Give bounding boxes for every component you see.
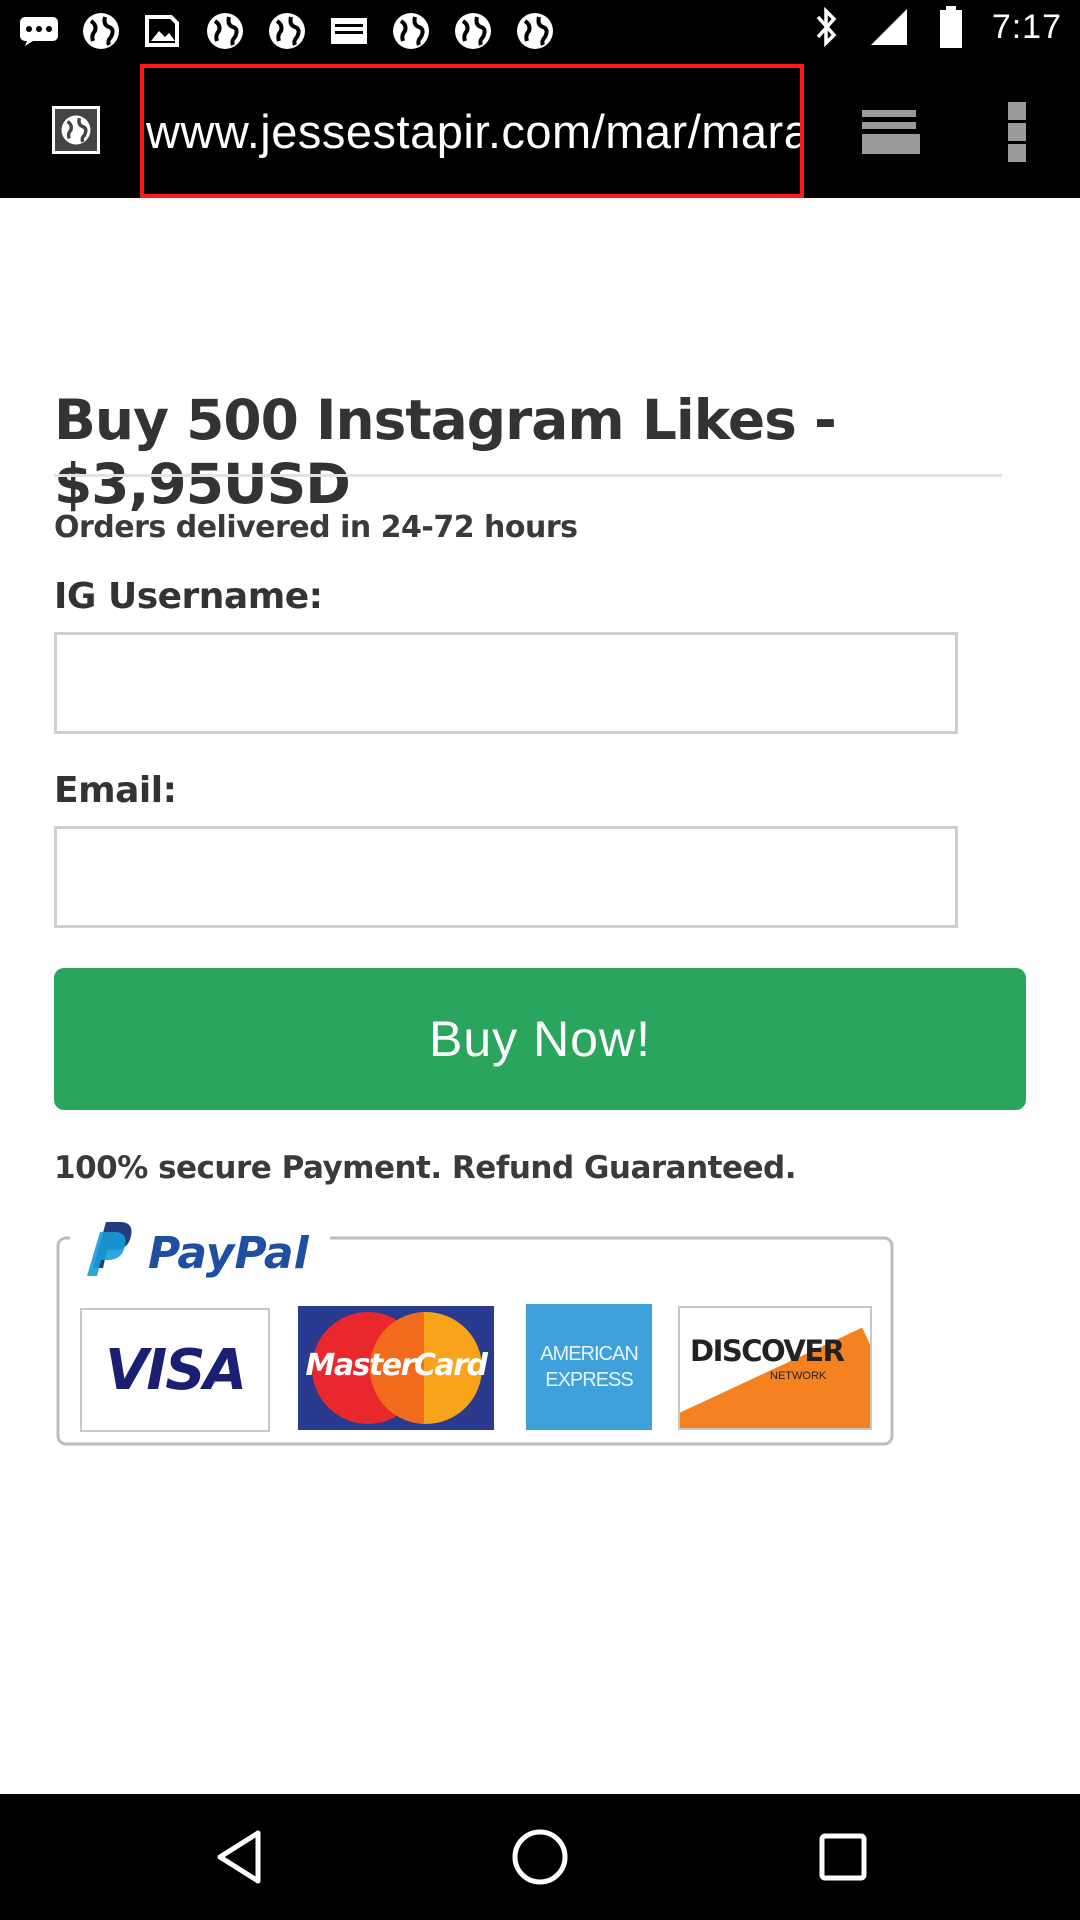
- web-page: Buy 500 Instagram Likes - $3,95USD Order…: [0, 198, 1080, 1794]
- visa-card-logo: VISA: [80, 1308, 270, 1432]
- orders-note: Orders delivered in 24-72 hours: [54, 510, 578, 545]
- buy-now-button[interactable]: Buy Now!: [54, 968, 1026, 1110]
- clock: 7:17: [991, 7, 1062, 46]
- divider: [54, 474, 1002, 477]
- globe-icon: [514, 10, 556, 52]
- url-text: www.jessestapir.com/mar/mara: [146, 104, 804, 158]
- signal-icon: [868, 6, 910, 48]
- american-express-logo: AMERICAN EXPRESS: [526, 1304, 652, 1430]
- globe-icon: [80, 10, 122, 52]
- mail-icon: [328, 10, 370, 52]
- username-label: IG Username:: [54, 576, 323, 617]
- image-icon: [142, 10, 184, 52]
- battery-icon: [930, 6, 972, 48]
- payment-methods-badge: PayPal VISA MasterCard AMERICAN EXPRESS …: [56, 1198, 896, 1483]
- navigation-bar: [0, 1794, 1080, 1920]
- overflow-menu-icon[interactable]: [1004, 102, 1030, 162]
- recents-icon[interactable]: [810, 1824, 876, 1890]
- system-icons: 7:17: [806, 6, 1062, 48]
- username-input[interactable]: [54, 632, 958, 734]
- tabs-icon[interactable]: [860, 106, 922, 158]
- url-bar[interactable]: www.jessestapir.com/mar/mara: [140, 64, 804, 198]
- secure-payment-note: 100% secure Payment. Refund Guaranteed.: [54, 1150, 796, 1186]
- globe-icon: [452, 10, 494, 52]
- status-bar: 7:17: [0, 0, 1080, 62]
- globe-icon: [390, 10, 432, 52]
- notification-icons: [18, 10, 556, 52]
- email-label: Email:: [54, 770, 177, 811]
- back-icon[interactable]: [206, 1824, 272, 1890]
- globe-icon[interactable]: [52, 106, 100, 154]
- page-title: Buy 500 Instagram Likes - $3,95USD: [54, 388, 837, 516]
- browser-toolbar: www.jessestapir.com/mar/mara: [0, 62, 1080, 198]
- chat-icon: [18, 10, 60, 52]
- globe-icon: [204, 10, 246, 52]
- discover-card-logo: DISCOVER NETWORK: [678, 1306, 872, 1430]
- email-input[interactable]: [54, 826, 958, 928]
- paypal-logo-text: PayPal: [148, 1228, 309, 1279]
- bluetooth-icon: [806, 6, 848, 48]
- mastercard-logo: MasterCard: [298, 1306, 494, 1430]
- globe-icon: [266, 10, 308, 52]
- home-icon[interactable]: [507, 1824, 573, 1890]
